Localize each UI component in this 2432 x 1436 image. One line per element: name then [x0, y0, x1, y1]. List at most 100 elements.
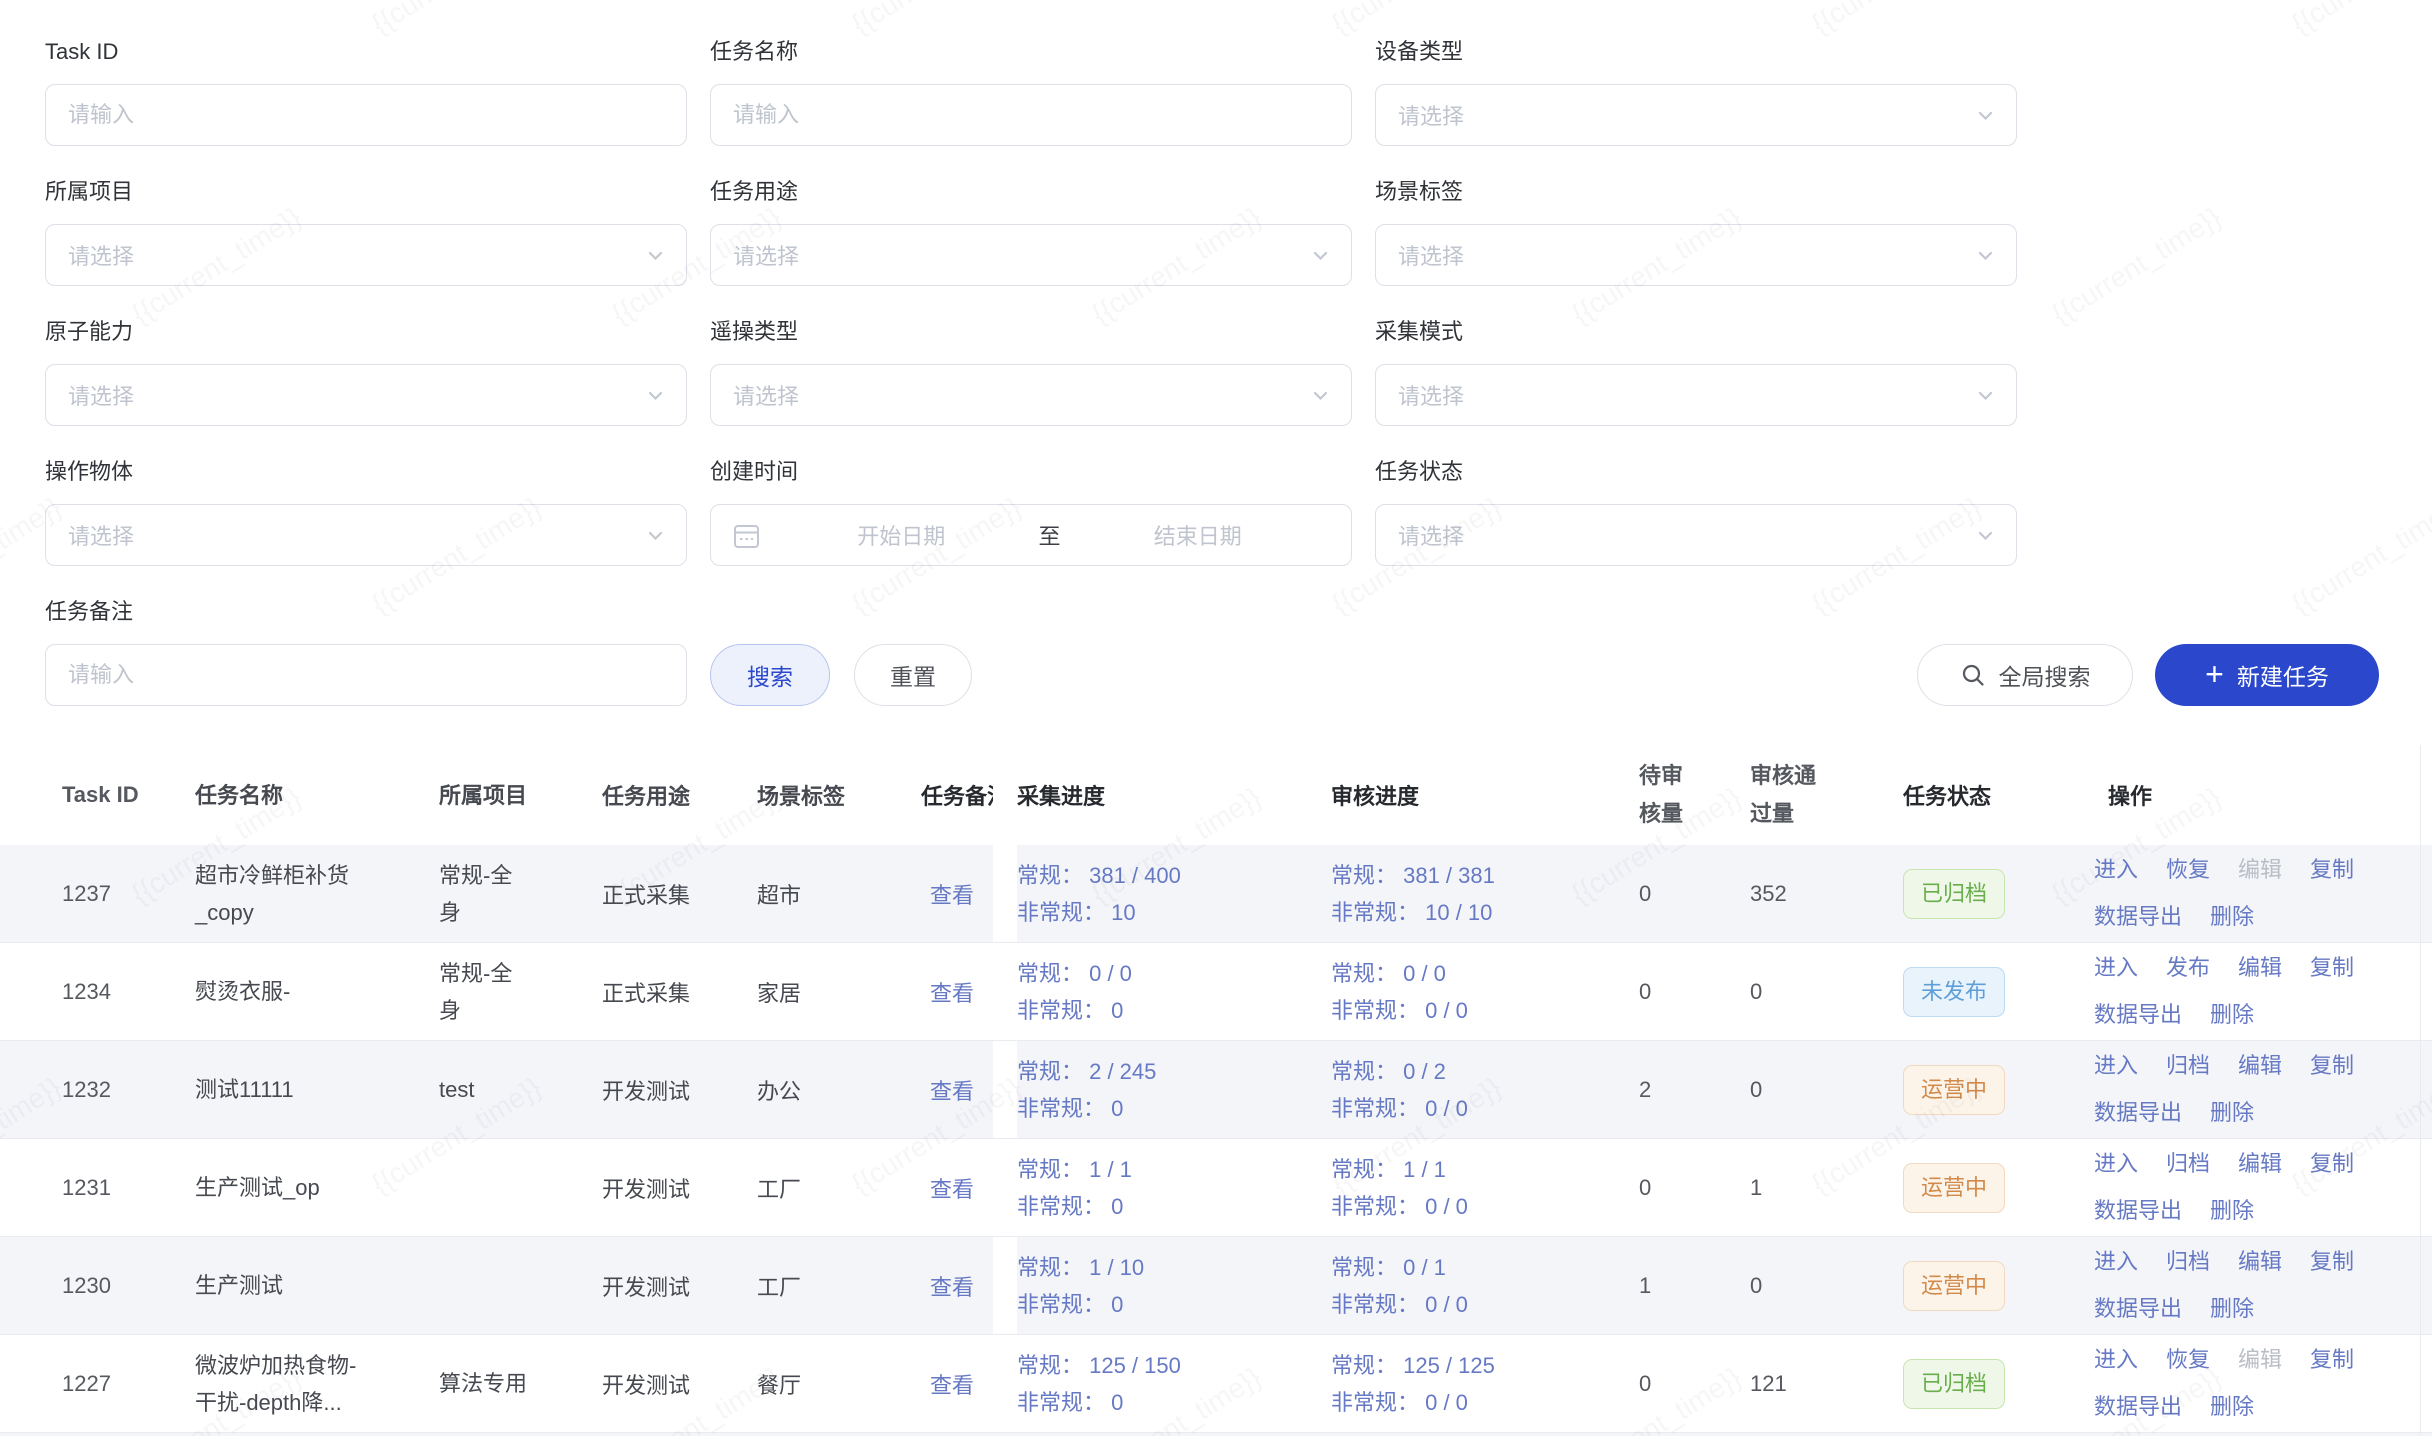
action-copy[interactable]: 复制 [2310, 1340, 2354, 1380]
table-row: 1230生产测试开发测试工厂查看常规： 1 / 10非常规： 0常规： 0 / … [0, 1237, 2432, 1335]
action-restore[interactable]: 恢复 [2166, 850, 2210, 890]
search-button[interactable]: 搜索 [710, 644, 830, 706]
action-line: 进入归档编辑复制 [2094, 1046, 2432, 1086]
action-export[interactable]: 数据导出 [2094, 1387, 2182, 1427]
filter-input-task-note[interactable] [45, 644, 687, 706]
filter-field-task-purpose: 任务用途请选择 [710, 178, 1352, 286]
cell-purpose: 开发测试 [602, 1172, 757, 1204]
filter-label-operate-object: 操作物体 [45, 458, 687, 486]
filter-label-task-purpose: 任务用途 [710, 178, 1352, 206]
progress-line: 常规： 1 / 10 [1017, 1249, 1331, 1286]
filter-input-task-name[interactable] [710, 84, 1352, 146]
watermark-text: {{current_time}} [2286, 0, 2432, 41]
cell-collect-progress: 常规： 1 / 10非常规： 0 [1017, 1249, 1331, 1323]
filter-select-atomic-ability[interactable]: 请选择 [45, 364, 687, 426]
cell-scene-tag: 办公 [757, 1074, 921, 1106]
col-header-9: 审核通 过量 [1745, 757, 1903, 833]
action-delete[interactable]: 删除 [2210, 1387, 2254, 1427]
action-enter[interactable]: 进入 [2094, 1046, 2138, 1086]
cell-project: test [439, 1071, 602, 1108]
cell-collect-progress: 常规： 0 / 0非常规： 0 [1017, 955, 1331, 1029]
action-enter[interactable]: 进入 [2094, 1144, 2138, 1184]
action-enter[interactable]: 进入 [2094, 850, 2138, 890]
cell-pending-count: 0 [1636, 1175, 1745, 1201]
progress-line: 常规： 381 / 400 [1017, 857, 1331, 894]
cell-review-progress: 常规： 0 / 0非常规： 0 / 0 [1331, 955, 1636, 1029]
action-export[interactable]: 数据导出 [2094, 1289, 2182, 1329]
action-archive[interactable]: 归档 [2166, 1242, 2210, 1282]
reset-button[interactable]: 重置 [854, 644, 972, 706]
col-header-0: Task ID [0, 782, 195, 808]
filter-input-task-id[interactable] [45, 84, 687, 146]
action-copy[interactable]: 复制 [2310, 1144, 2354, 1184]
action-delete[interactable]: 删除 [2210, 995, 2254, 1035]
action-delete[interactable]: 删除 [2210, 1191, 2254, 1231]
action-enter[interactable]: 进入 [2094, 1340, 2138, 1380]
action-copy[interactable]: 复制 [2310, 948, 2354, 988]
action-export[interactable]: 数据导出 [2094, 1093, 2182, 1133]
view-note-link[interactable]: 查看 [930, 883, 974, 908]
action-edit[interactable]: 编辑 [2238, 1242, 2282, 1282]
filter-select-operate-object[interactable]: 请选择 [45, 504, 687, 566]
filter-select-collect-mode[interactable]: 请选择 [1375, 364, 2017, 426]
action-edit[interactable]: 编辑 [2238, 1046, 2282, 1086]
filter-select-teleop-type[interactable]: 请选择 [710, 364, 1352, 426]
action-edit[interactable]: 编辑 [2238, 948, 2282, 988]
view-note-link[interactable]: 查看 [930, 1177, 974, 1202]
col-header-8: 待审 核量 [1636, 757, 1745, 833]
action-export[interactable]: 数据导出 [2094, 1191, 2182, 1231]
filter-select-scene-tag[interactable]: 请选择 [1375, 224, 2017, 286]
column-divider [993, 1139, 1017, 1236]
action-export[interactable]: 数据导出 [2094, 995, 2182, 1035]
action-enter[interactable]: 进入 [2094, 948, 2138, 988]
action-archive[interactable]: 归档 [2166, 1144, 2210, 1184]
action-publish[interactable]: 发布 [2166, 948, 2210, 988]
action-copy[interactable]: 复制 [2310, 1046, 2354, 1086]
action-line: 数据导出删除 [2094, 1387, 2432, 1427]
filter-label-create-time: 创建时间 [710, 458, 1352, 486]
action-copy[interactable]: 复制 [2310, 850, 2354, 890]
col-header-10: 任务状态 [1903, 779, 2094, 811]
new-task-button[interactable]: + 新建任务 [2155, 644, 2379, 706]
progress-line: 非常规： 0 / 0 [1331, 1286, 1636, 1323]
action-edit[interactable]: 编辑 [2238, 1144, 2282, 1184]
action-delete[interactable]: 删除 [2210, 1093, 2254, 1133]
action-export[interactable]: 数据导出 [2094, 897, 2182, 937]
view-note-link[interactable]: 查看 [930, 1275, 974, 1300]
view-note-link[interactable]: 查看 [930, 1079, 974, 1104]
view-note-link[interactable]: 查看 [930, 981, 974, 1006]
placeholder-text: 请选择 [733, 239, 799, 271]
cell-collect-progress: 常规： 381 / 400非常规： 10 [1017, 857, 1331, 931]
placeholder-text: 请选择 [68, 239, 134, 271]
cell-review-progress: 常规： 381 / 381非常规： 10 / 10 [1331, 857, 1636, 931]
progress-line: 常规： 0 / 2 [1331, 1053, 1636, 1090]
filter-select-task-status[interactable]: 请选择 [1375, 504, 2017, 566]
filter-field-create-time: 创建时间开始日期至结束日期 [710, 458, 1352, 566]
cell-collect-progress: 常规： 2 / 245非常规： 0 [1017, 1053, 1331, 1127]
filter-select-device-type[interactable]: 请选择 [1375, 84, 2017, 146]
chevron-down-icon [1975, 245, 1996, 266]
progress-line: 常规： 381 / 381 [1331, 857, 1636, 894]
filter-select-project[interactable]: 请选择 [45, 224, 687, 286]
filter-daterange-create-time[interactable]: 开始日期至结束日期 [710, 504, 1352, 566]
start-date-placeholder: 开始日期 [768, 519, 1035, 551]
cell-actions: 进入归档编辑复制数据导出删除 [2094, 1144, 2432, 1231]
action-enter[interactable]: 进入 [2094, 1242, 2138, 1282]
action-delete[interactable]: 删除 [2210, 1289, 2254, 1329]
filter-select-task-purpose[interactable]: 请选择 [710, 224, 1352, 286]
action-delete[interactable]: 删除 [2210, 897, 2254, 937]
cell-scene-tag: 餐厅 [757, 1368, 921, 1400]
action-archive[interactable]: 归档 [2166, 1046, 2210, 1086]
progress-line: 非常规： 0 [1017, 1384, 1331, 1421]
progress-line: 常规： 125 / 125 [1331, 1347, 1636, 1384]
progress-line: 非常规： 0 [1017, 1090, 1331, 1127]
view-note-link[interactable]: 查看 [930, 1373, 974, 1398]
col-header-7: 审核进度 [1331, 779, 1636, 811]
status-badge: 运营中 [1903, 1261, 2005, 1311]
global-search-button[interactable]: 全局搜索 [1917, 644, 2133, 706]
action-restore[interactable]: 恢复 [2166, 1340, 2210, 1380]
progress-line: 常规： 0 / 0 [1017, 955, 1331, 992]
cell-task-name: 生产测试 [195, 1267, 439, 1304]
status-badge: 运营中 [1903, 1163, 2005, 1213]
action-copy[interactable]: 复制 [2310, 1242, 2354, 1282]
